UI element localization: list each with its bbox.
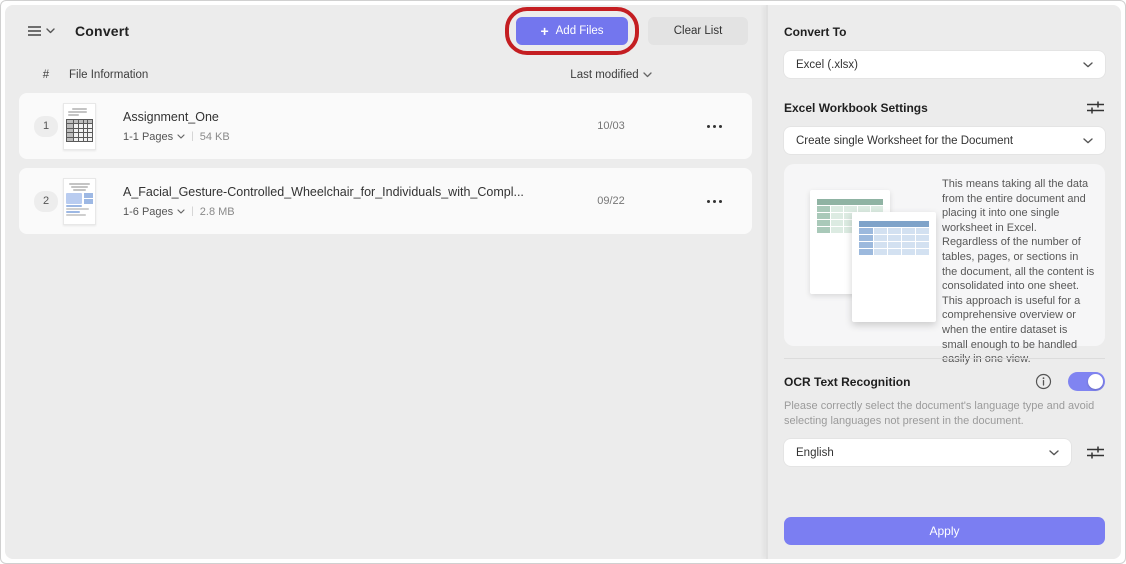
add-files-button[interactable]: + Add Files [516, 17, 628, 45]
page-title: Convert [75, 23, 129, 39]
table-header: # File Information Last modified [19, 57, 752, 93]
file-size: 54 KB [200, 131, 230, 143]
header-actions: + Add Files Clear List [516, 17, 748, 45]
pages-dropdown[interactable]: 1-6 Pages [123, 206, 185, 218]
section-divider [784, 358, 1105, 359]
document-thumbnail [63, 103, 96, 150]
column-file-information: File Information [63, 69, 536, 81]
screenshot-frame: Convert + Add Files Clear List # File In… [0, 0, 1126, 564]
column-last-modified[interactable]: Last modified [536, 69, 686, 81]
row-more-menu[interactable] [686, 119, 742, 134]
row-number-badge: 2 [34, 191, 58, 212]
meta-separator: | [191, 131, 194, 142]
table-row[interactable]: 2 A_Facial_Gesture-Controlled_Wheelchair… [19, 168, 752, 234]
worksheet-info-card: This means taking all the data from the … [784, 164, 1105, 346]
menu-button[interactable] [23, 21, 59, 41]
hamburger-icon [27, 25, 42, 37]
chevron-down-icon [46, 28, 55, 34]
last-modified-date: 10/03 [536, 120, 686, 132]
row-more-menu[interactable] [686, 194, 742, 209]
left-header: Convert + Add Files Clear List [19, 5, 752, 57]
chevron-down-icon [1083, 62, 1093, 68]
last-modified-date: 09/22 [536, 195, 686, 207]
file-name: Assignment_One [123, 110, 536, 124]
chevron-down-icon [177, 134, 185, 139]
ocr-label: OCR Text Recognition [784, 375, 910, 389]
plus-icon: + [540, 24, 548, 38]
convert-to-label: Convert To [784, 25, 1105, 39]
chevron-down-icon [1049, 450, 1059, 456]
file-size: 2.8 MB [200, 206, 235, 218]
document-thumbnail [63, 178, 96, 225]
file-list-panel: Convert + Add Files Clear List # File In… [5, 5, 766, 559]
table-row[interactable]: 1 Assignment_One [19, 93, 752, 159]
ocr-hint: Please correctly select the document's l… [784, 399, 1105, 429]
workbook-settings-label: Excel Workbook Settings [784, 101, 928, 115]
clear-list-button[interactable]: Clear List [648, 17, 748, 45]
chevron-down-icon [1083, 138, 1093, 144]
meta-separator: | [191, 206, 194, 217]
column-number: # [29, 69, 63, 81]
language-select-value: English [796, 447, 834, 459]
chevron-down-icon [177, 209, 185, 214]
format-select-value: Excel (.xlsx) [796, 59, 858, 71]
sort-chevron-icon [643, 72, 652, 78]
language-select[interactable]: English [784, 439, 1071, 466]
row-number-badge: 1 [34, 116, 58, 137]
file-name: A_Facial_Gesture-Controlled_Wheelchair_f… [123, 185, 536, 199]
language-settings-tune-icon[interactable] [1086, 445, 1105, 460]
file-info: A_Facial_Gesture-Controlled_Wheelchair_f… [109, 185, 536, 218]
pages-dropdown[interactable]: 1-1 Pages [123, 131, 185, 143]
info-icon[interactable] [1035, 373, 1052, 390]
workbook-settings-tune-icon[interactable] [1086, 100, 1105, 115]
worksheet-mode-value: Create single Worksheet for the Document [796, 135, 1013, 147]
apply-button[interactable]: Apply [784, 517, 1105, 545]
illustration-page-front [852, 212, 936, 322]
worksheet-illustration [794, 176, 936, 334]
file-info: Assignment_One 1-1 Pages | 54 KB [109, 110, 536, 143]
worksheet-description: This means taking all the data from the … [942, 176, 1095, 334]
app-window: Convert + Add Files Clear List # File In… [5, 5, 1121, 559]
convert-settings-panel: Convert To Excel (.xlsx) Excel Workbook … [766, 5, 1121, 559]
worksheet-mode-select[interactable]: Create single Worksheet for the Document [784, 127, 1105, 154]
ocr-toggle[interactable] [1068, 372, 1105, 391]
format-select[interactable]: Excel (.xlsx) [784, 51, 1105, 78]
